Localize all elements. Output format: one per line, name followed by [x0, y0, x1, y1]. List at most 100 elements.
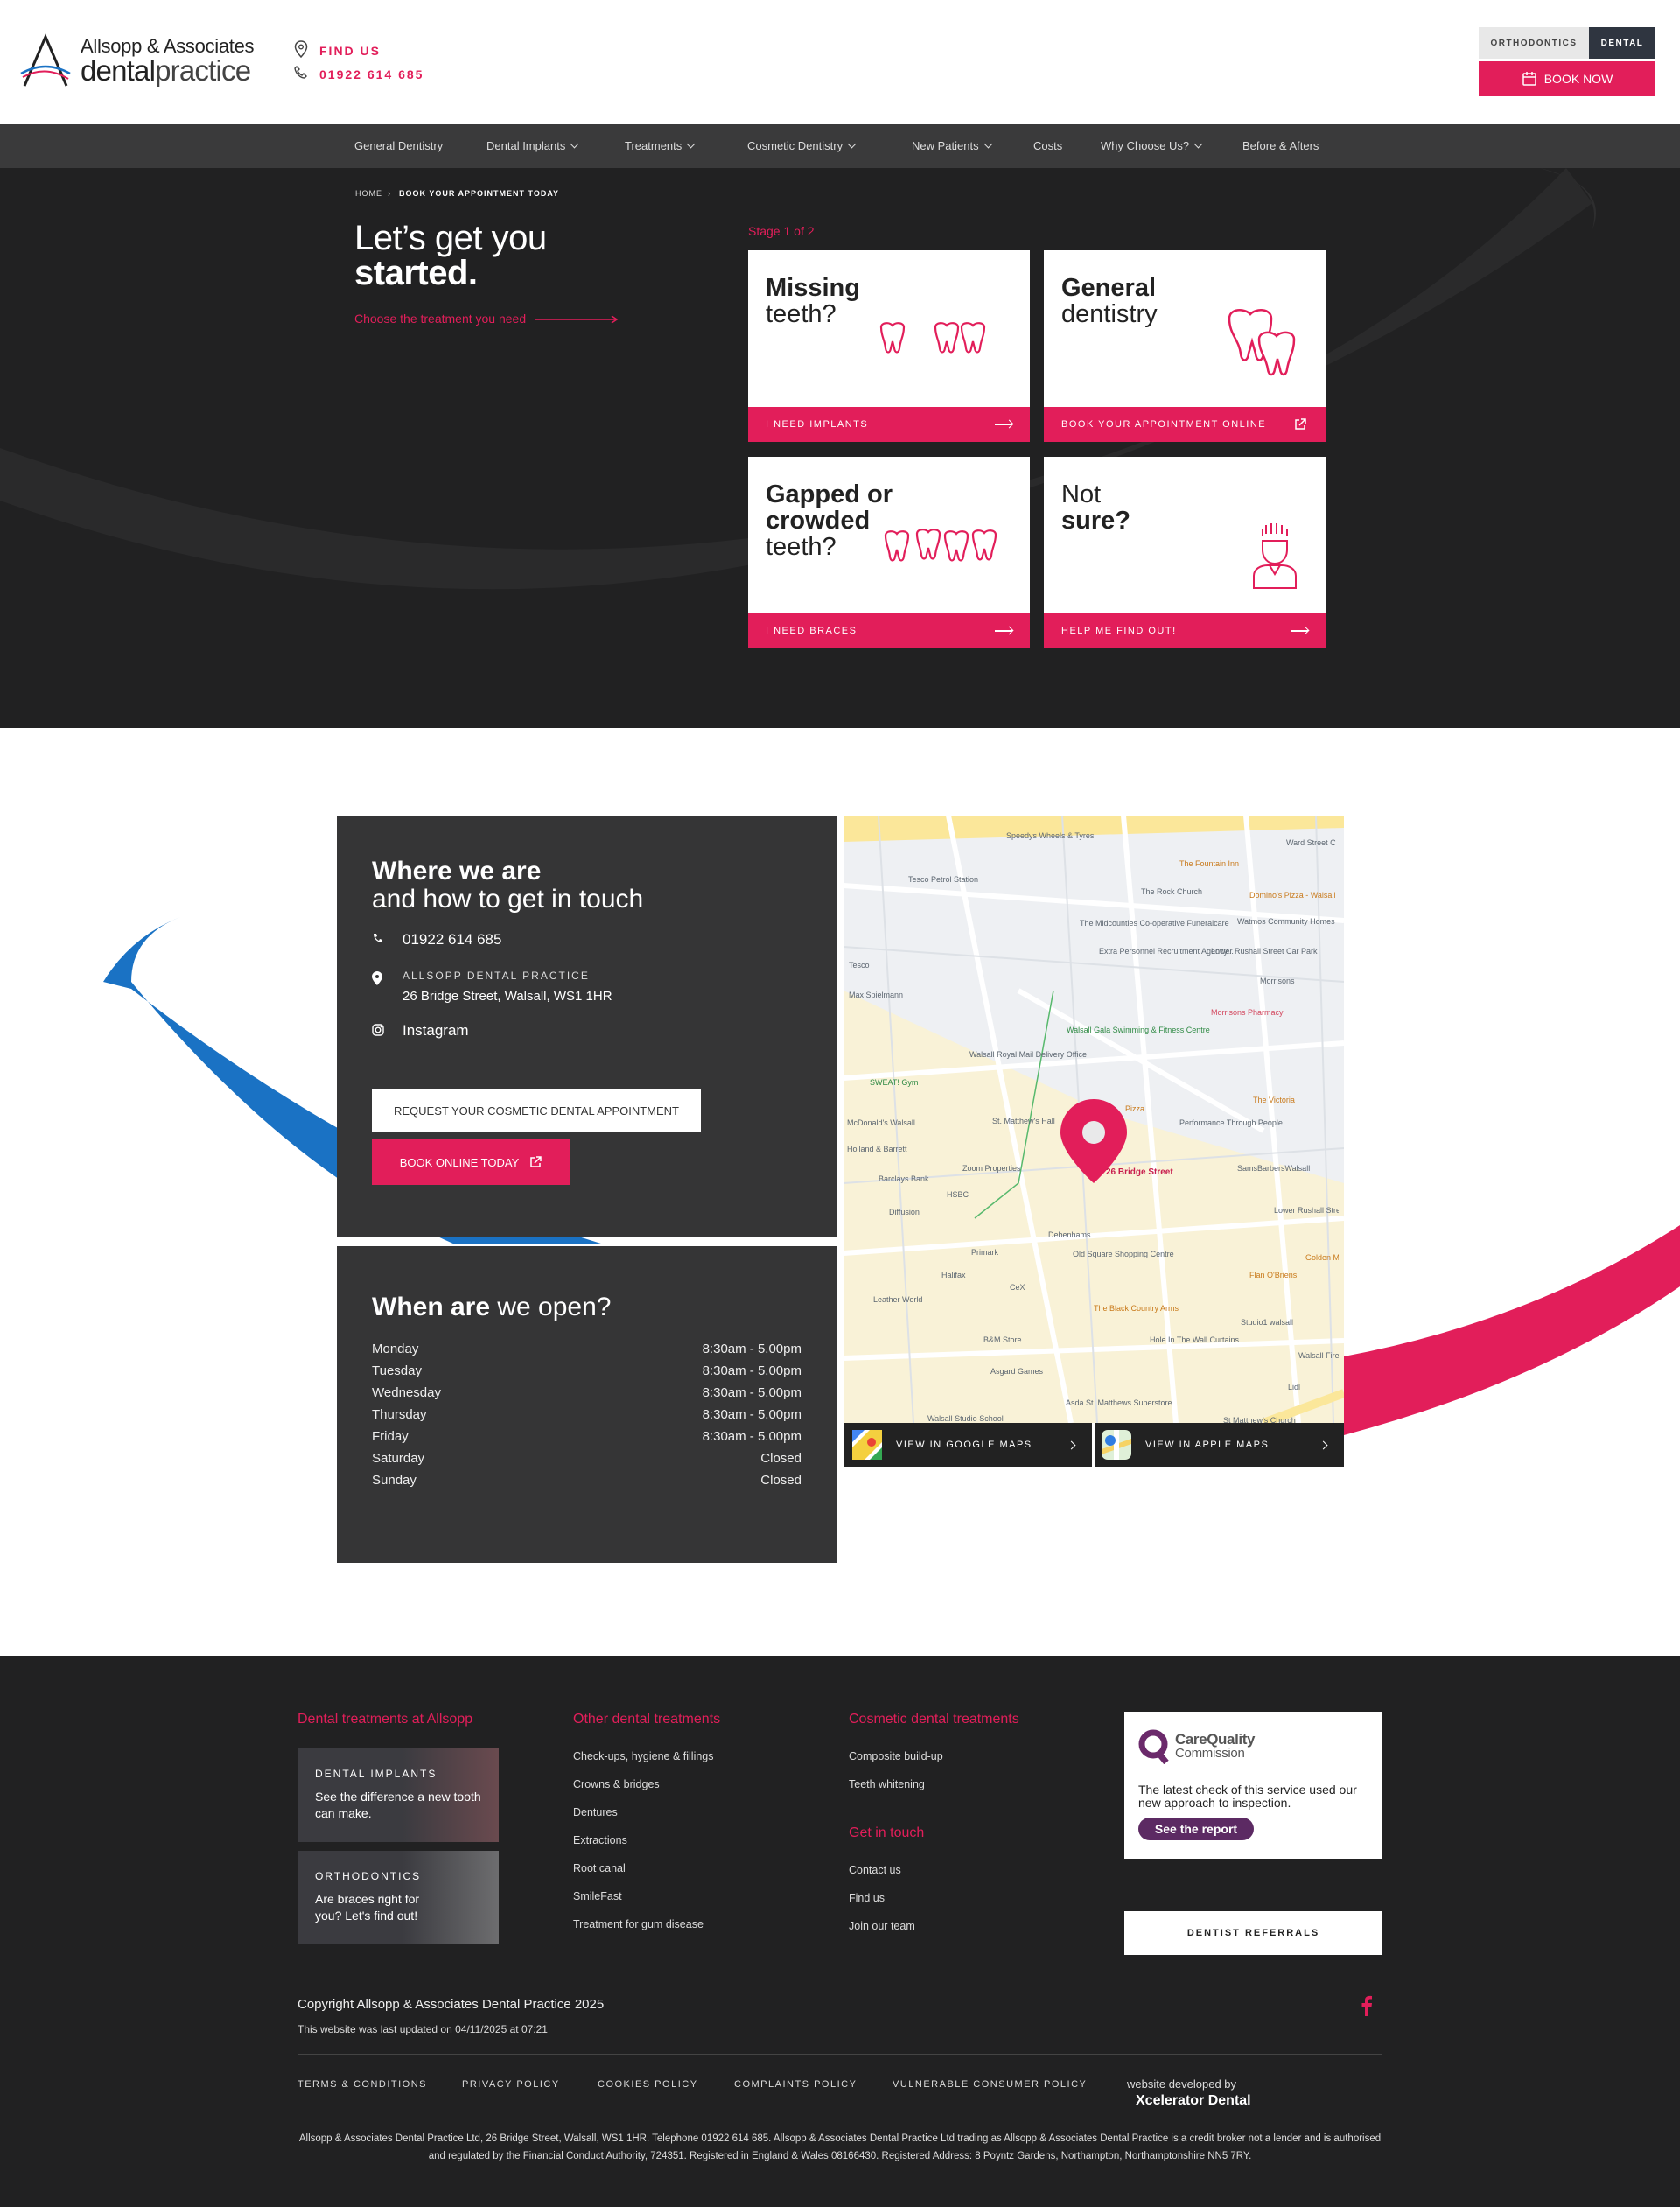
- map-pin-label: 26 Bridge Street: [1106, 1167, 1173, 1177]
- instagram-label: Instagram: [402, 1022, 469, 1039]
- card-cta-label: HELP ME FIND OUT!: [1061, 626, 1177, 636]
- card-cta[interactable]: HELP ME FIND OUT!: [1044, 613, 1326, 648]
- opening-hours-panel: When are we open? Monday 8:30am - 5.00pm …: [337, 1246, 836, 1563]
- nav-treatments[interactable]: Treatments: [625, 124, 696, 168]
- card-not-sure[interactable]: Not sure? HELP ME FIND OUT!: [1044, 457, 1326, 648]
- breadcrumb-home[interactable]: HOME: [355, 189, 382, 198]
- footer-link[interactable]: Crowns & bridges: [573, 1778, 660, 1790]
- logo-mark-icon: [20, 33, 71, 87]
- switch-dental[interactable]: DENTAL: [1589, 27, 1656, 59]
- nav-general-dentistry[interactable]: General Dentistry: [354, 124, 443, 168]
- card-missing-teeth[interactable]: Missing teeth? I NEED IMPLANTS: [748, 250, 1030, 442]
- phone-icon: [294, 66, 307, 79]
- hours-time: 8:30am - 5.00pm: [702, 1407, 802, 1422]
- legal-disclaimer: Allsopp & Associates Dental Practice Ltd…: [298, 2133, 1382, 2161]
- nav-why-choose-us[interactable]: Why Choose Us?: [1101, 124, 1203, 168]
- map-poi-label: Halifax: [942, 1271, 966, 1279]
- map-poi-label: Debenhams: [1048, 1230, 1091, 1239]
- book-online-today-button[interactable]: BOOK ONLINE TODAY: [372, 1139, 570, 1185]
- chevron-down-icon: [847, 139, 857, 149]
- terms-link[interactable]: TERMS & CONDITIONS: [298, 2079, 427, 2090]
- privacy-link[interactable]: PRIVACY POLICY: [462, 2079, 560, 2090]
- vulnerable-consumer-link[interactable]: VULNERABLE CONSUMER POLICY: [892, 2079, 1087, 2090]
- hero-title: Let’s get you started.: [354, 221, 547, 291]
- footer-link[interactable]: Extractions: [573, 1834, 627, 1846]
- cookies-link[interactable]: COOKIES POLICY: [598, 2079, 698, 2090]
- nav-new-patients[interactable]: New Patients: [912, 124, 993, 168]
- map-poi-label: Asda St. Matthews Superstore: [1066, 1398, 1172, 1407]
- complaints-link[interactable]: COMPLAINTS POLICY: [734, 2079, 857, 2090]
- calendar-icon: [1522, 72, 1536, 86]
- cqc-widget: CareQuality Commission The latest check …: [1124, 1712, 1382, 1859]
- footer-link[interactable]: SmileFast: [573, 1890, 622, 1902]
- hours-row: Friday 8:30am - 5.00pm: [372, 1429, 802, 1444]
- card-cta[interactable]: I NEED BRACES: [748, 613, 1030, 648]
- chevron-down-icon: [984, 139, 993, 149]
- nav-costs[interactable]: Costs: [1033, 124, 1062, 168]
- footer-link[interactable]: Join our team: [849, 1920, 915, 1932]
- card-cta[interactable]: BOOK YOUR APPOINTMENT ONLINE: [1044, 407, 1326, 442]
- switch-orthodontics[interactable]: ORTHODONTICS: [1479, 27, 1589, 59]
- nav-cosmetic-dentistry[interactable]: Cosmetic Dentistry: [747, 124, 857, 168]
- hours-time: Closed: [760, 1473, 802, 1488]
- nav-label: Before & Afters: [1242, 139, 1320, 152]
- hours-row: Sunday Closed: [372, 1473, 802, 1488]
- card-cta[interactable]: I NEED IMPLANTS: [748, 407, 1030, 442]
- view-apple-maps-button[interactable]: VIEW IN APPLE MAPS: [1095, 1423, 1344, 1467]
- chevron-right-icon: [1067, 1440, 1076, 1449]
- card-cta-label: BOOK YOUR APPOINTMENT ONLINE: [1061, 419, 1267, 430]
- choose-treatment-text: Choose the treatment you need: [354, 312, 619, 326]
- map-poi-label: Speedys Wheels & Tyres: [1006, 831, 1095, 840]
- location-map[interactable]: Speedys Wheels & Tyres Tesco Petrol Stati…: [844, 816, 1344, 1423]
- map-poi-label: Golden M: [1306, 1253, 1339, 1262]
- hours-day: Friday: [372, 1429, 409, 1444]
- footer-link[interactable]: Dentures: [573, 1806, 618, 1818]
- card-title-bold: Gapped or crowded: [766, 480, 893, 535]
- card-gapped-crowded-teeth[interactable]: Gapped or crowded teeth? I NEED BRACES: [748, 457, 1030, 648]
- card-title-rest: Not: [1061, 480, 1102, 508]
- footer-link[interactable]: Check-ups, hygiene & fillings: [573, 1750, 714, 1762]
- hero-title-line2: started.: [354, 254, 478, 292]
- promo-orthodontics[interactable]: ORTHODONTICS Are braces right for you? L…: [298, 1851, 499, 1944]
- find-us-link[interactable]: FIND US: [319, 44, 381, 58]
- footer-link[interactable]: Treatment for gum disease: [573, 1918, 704, 1930]
- confused-person-icon: [1253, 523, 1297, 589]
- facebook-icon[interactable]: [1362, 1995, 1372, 2016]
- developed-by-text: website developed by: [1127, 2077, 1237, 2091]
- footer-link[interactable]: Teeth whitening: [849, 1778, 925, 1790]
- promo-text: See the difference a new tooth can make.: [315, 1790, 481, 1820]
- card-title: Missing teeth?: [766, 275, 860, 327]
- choose-label: Choose the treatment you need: [354, 312, 527, 326]
- dentist-referrals-button[interactable]: DENTIST REFERRALS: [1124, 1911, 1382, 1955]
- book-now-button[interactable]: BOOK NOW: [1479, 61, 1656, 96]
- phone-icon: [374, 934, 382, 942]
- site-header: Allsopp & Associates dentalpractice FIND…: [0, 0, 1680, 124]
- footer-link[interactable]: Composite build-up: [849, 1750, 943, 1762]
- card-title-bold: sure?: [1061, 507, 1130, 535]
- map-poi-label: Barclays Bank: [878, 1174, 929, 1183]
- copyright-text: Copyright Allsopp & Associates Dental Pr…: [298, 1997, 605, 2012]
- footer-link[interactable]: Find us: [849, 1892, 885, 1904]
- header-phone-link[interactable]: 01922 614 685: [319, 67, 424, 81]
- view-google-maps-button[interactable]: VIEW IN GOOGLE MAPS: [844, 1423, 1092, 1467]
- location-panel: Where we are and how to get in touch 0192…: [337, 816, 836, 1237]
- footer-link[interactable]: Root canal: [573, 1862, 626, 1874]
- map-poi-label: SamsBarbersWalsall: [1237, 1164, 1311, 1173]
- arrow-right-icon: [995, 424, 1012, 425]
- request-cosmetic-appointment-button[interactable]: REQUEST YOUR COSMETIC DENTAL APPOINTMENT: [372, 1089, 701, 1132]
- nav-before-afters[interactable]: Before & Afters: [1242, 124, 1319, 168]
- instagram-icon: [372, 1024, 384, 1036]
- developer-logo[interactable]: Xcelerator Dental: [1136, 2093, 1251, 2109]
- card-general-dentistry[interactable]: General dentistry BOOK YOUR APPOINTMENT O…: [1044, 250, 1326, 442]
- map-poi-label: Walsall Royal Mail Delivery Office: [970, 1050, 1088, 1059]
- map-poi-label: Walsall Studio School: [928, 1414, 1004, 1423]
- section-swoosh-decoration: [103, 917, 1680, 1435]
- hours-day: Sunday: [372, 1473, 416, 1488]
- promo-dental-implants[interactable]: DENTAL IMPLANTS See the difference a new…: [298, 1748, 499, 1842]
- hours-time: 8:30am - 5.00pm: [702, 1385, 802, 1400]
- teeth-icon: [879, 322, 986, 354]
- cqc-see-report-button[interactable]: See the report: [1138, 1818, 1254, 1840]
- hours-row: Tuesday 8:30am - 5.00pm: [372, 1363, 802, 1378]
- nav-dental-implants[interactable]: Dental Implants: [486, 124, 579, 168]
- footer-link[interactable]: Contact us: [849, 1864, 901, 1876]
